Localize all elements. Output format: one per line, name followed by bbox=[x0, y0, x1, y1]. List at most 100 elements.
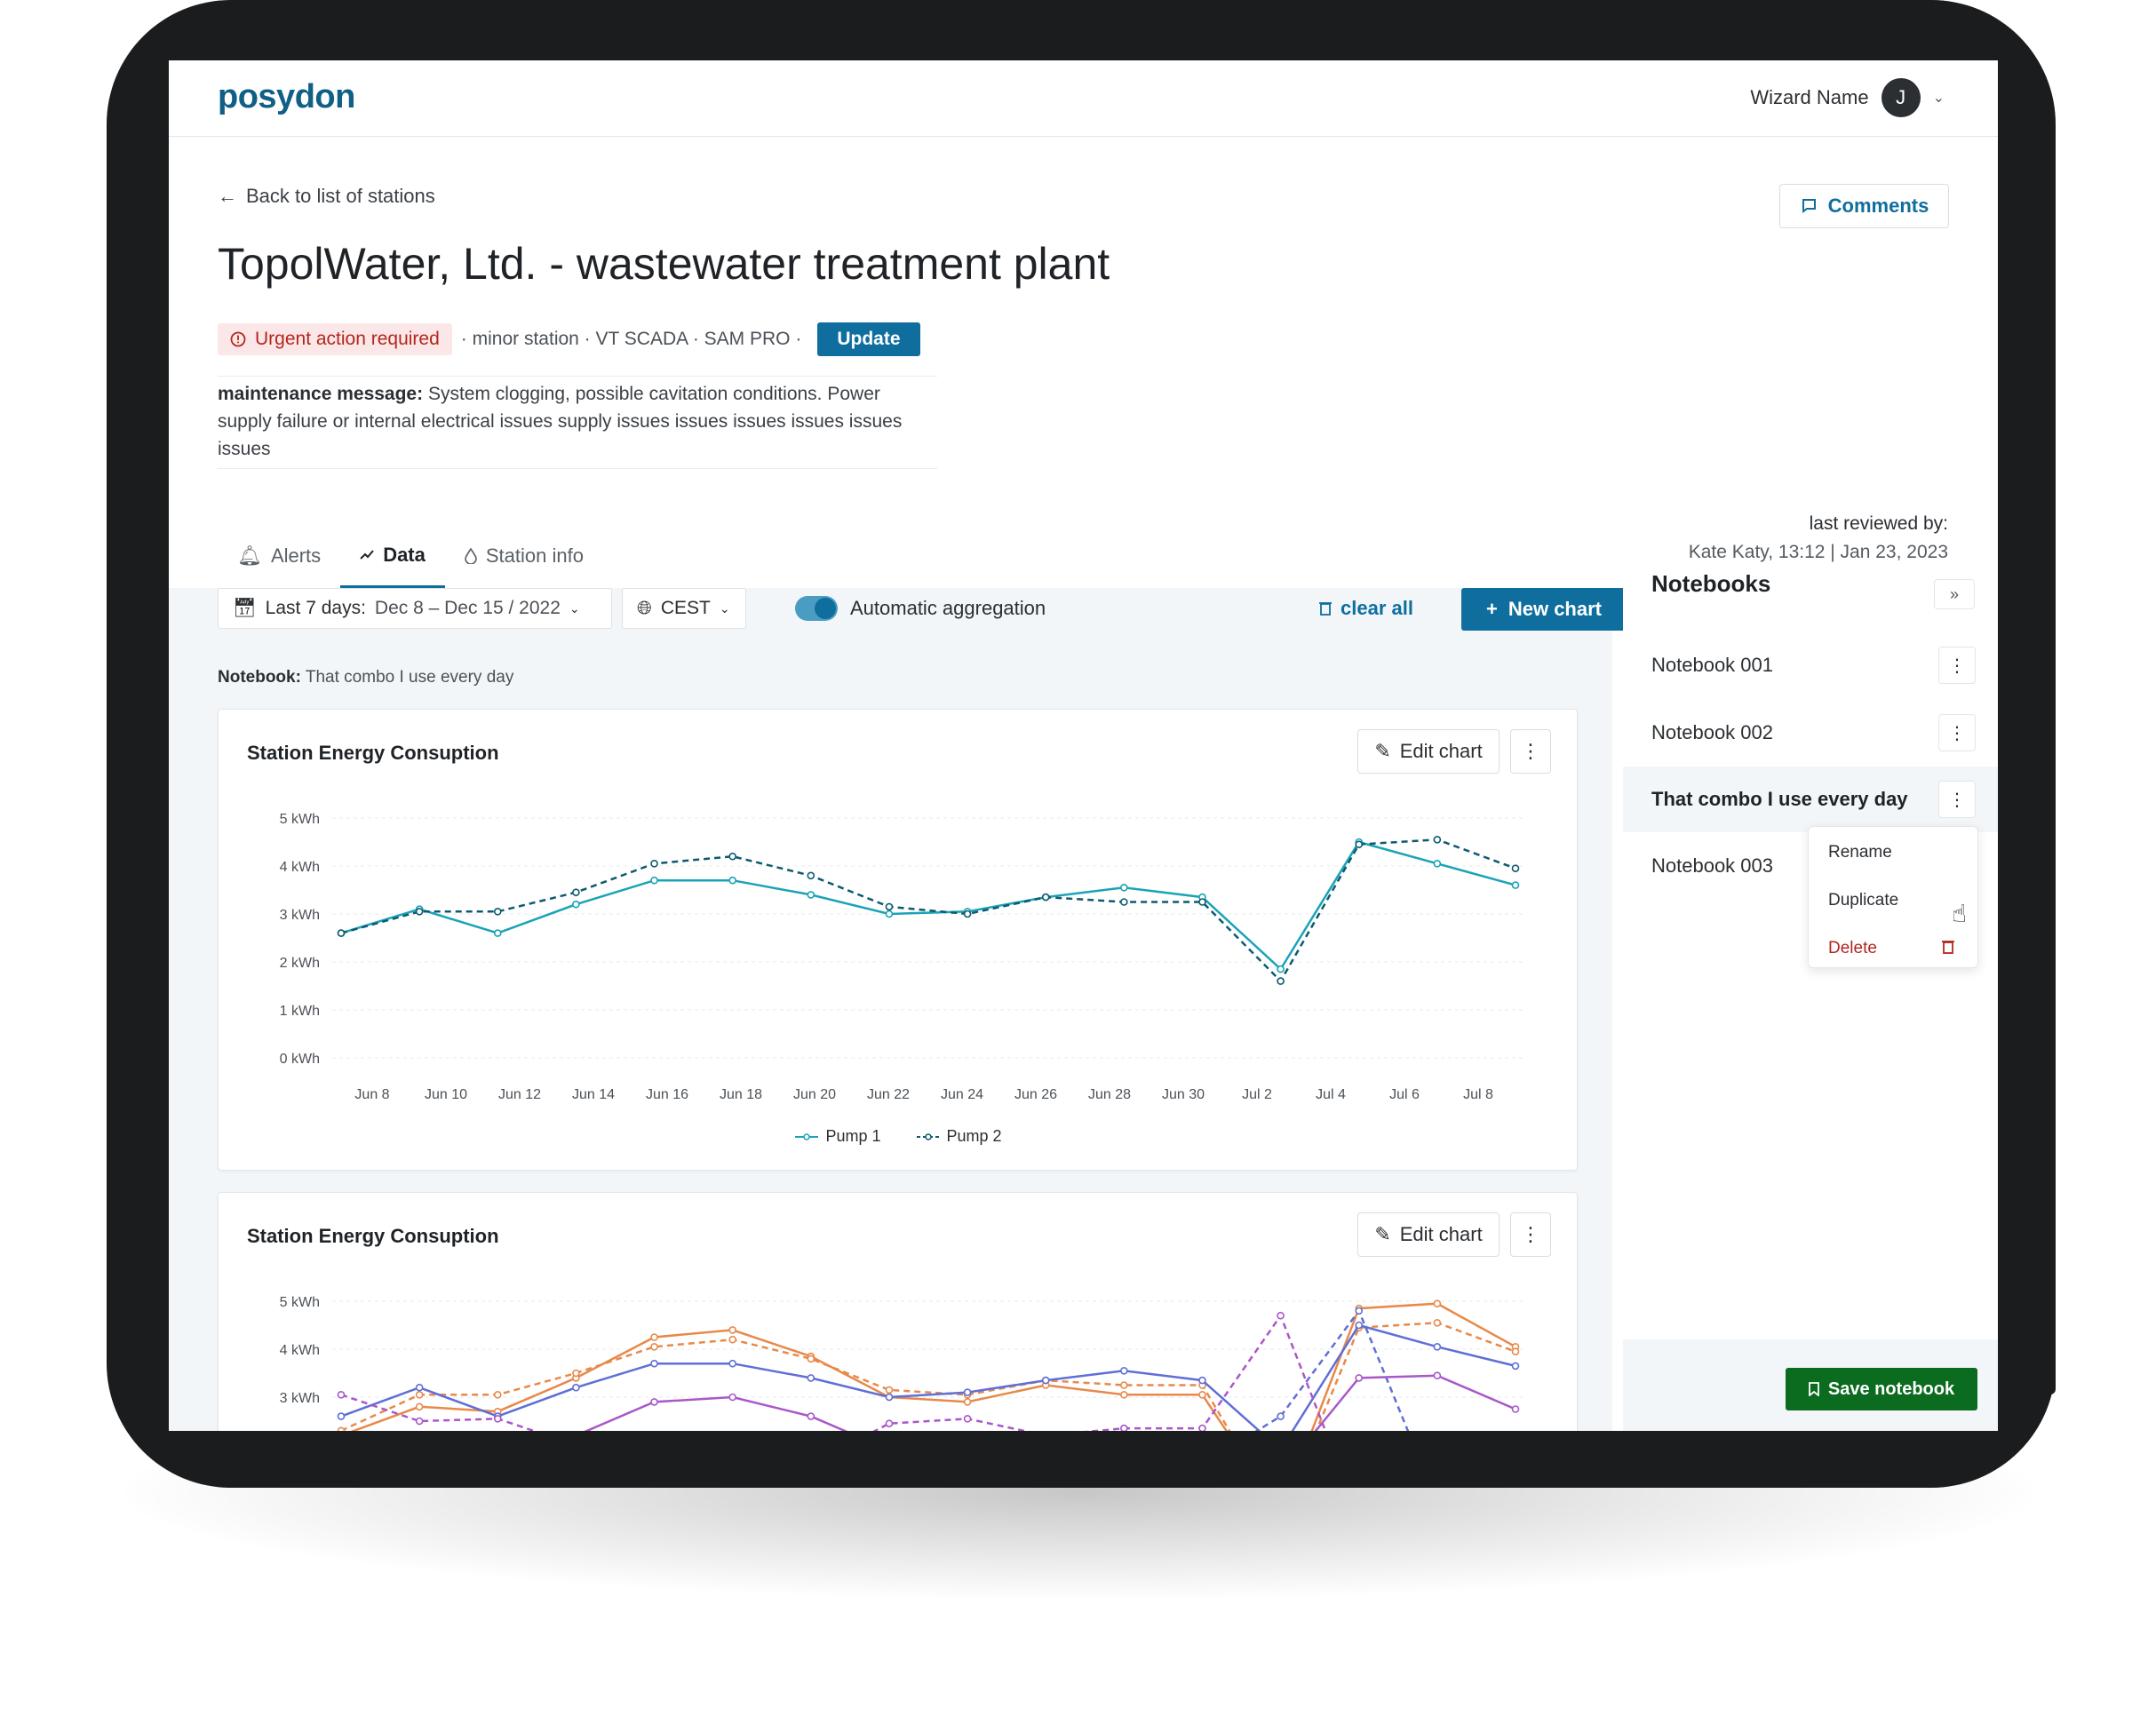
last-reviewed-label: last reviewed by: bbox=[1809, 513, 1948, 534]
current-notebook: Notebook: That combo I use every day bbox=[218, 668, 513, 687]
kebab-icon[interactable]: ⋮ bbox=[1938, 714, 1976, 751]
tab-alerts[interactable]: 🔔︎ Alerts bbox=[218, 524, 340, 588]
new-chart-button[interactable]: + New chart bbox=[1461, 588, 1627, 631]
data-point bbox=[963, 910, 972, 918]
menu-item-rename[interactable]: Rename bbox=[1828, 843, 1892, 862]
user-name: Wizard Name bbox=[1750, 86, 1869, 108]
edit-chart-label: Edit chart bbox=[1399, 740, 1483, 762]
comments-button[interactable]: Comments bbox=[1779, 184, 1949, 228]
data-point bbox=[1511, 881, 1520, 889]
kebab-icon[interactable]: ⋮ bbox=[1938, 647, 1976, 684]
station-tags: · minor station · VT SCADA · SAM PRO · bbox=[460, 329, 802, 349]
menu-item-duplicate[interactable]: Duplicate bbox=[1828, 891, 1898, 910]
data-point bbox=[807, 1412, 815, 1420]
comment-icon bbox=[1802, 199, 1816, 213]
sidebar-item-notebook-002[interactable]: Notebook 002 ⋮ bbox=[1623, 700, 1998, 766]
chart-card-2: Station Energy Consuption ✎ Edit chart ⋮… bbox=[218, 1192, 1578, 1431]
status-badge: Urgent action required bbox=[218, 323, 452, 355]
app-logo[interactable]: posydon bbox=[218, 78, 355, 116]
data-point bbox=[1277, 977, 1285, 985]
edit-chart-button[interactable]: ✎ Edit chart bbox=[1357, 1212, 1500, 1257]
data-point bbox=[728, 1359, 736, 1368]
save-notebook-label: Save notebook bbox=[1827, 1378, 1955, 1399]
data-point bbox=[1355, 840, 1364, 849]
data-point bbox=[807, 1355, 815, 1363]
date-range-picker[interactable]: 📅︎ Last 7 days: Dec 8 – Dec 15 / 2022 ⌄ bbox=[218, 588, 612, 629]
data-point bbox=[1355, 1307, 1364, 1315]
series-line-3 bbox=[340, 1323, 1516, 1431]
x-tick-label: Jun 8 bbox=[354, 1087, 389, 1102]
data-point bbox=[1277, 1311, 1285, 1320]
series-line-4 bbox=[1254, 1308, 1410, 1431]
sidebar-item-notebook-001[interactable]: Notebook 001 ⋮ bbox=[1623, 632, 1998, 698]
data-point bbox=[415, 1417, 424, 1426]
legend-swatch-dashed bbox=[916, 1132, 940, 1140]
legend-item-pump-2[interactable]: Pump 2 bbox=[916, 1127, 1002, 1146]
x-tick-label: Jun 10 bbox=[425, 1087, 467, 1102]
legend-label: Pump 2 bbox=[946, 1127, 1002, 1145]
data-point bbox=[1433, 1343, 1442, 1351]
y-tick-label: 2 kWh bbox=[280, 956, 320, 971]
tab-station-info[interactable]: Station info bbox=[445, 524, 603, 588]
timezone-select[interactable]: 🌐︎ CEST ⌄ bbox=[622, 588, 746, 629]
notebook-item-label: Notebook 002 bbox=[1651, 721, 1773, 743]
y-tick-label: 1 kWh bbox=[280, 1004, 320, 1019]
data-point bbox=[807, 871, 815, 880]
notebooks-sidebar: Notebooks » Notebook 001 ⋮ Notebook 002 … bbox=[1623, 570, 1998, 1431]
data-point bbox=[963, 1388, 972, 1396]
edit-chart-button[interactable]: ✎ Edit chart bbox=[1357, 729, 1500, 774]
legend-item-pump-1[interactable]: Pump 1 bbox=[795, 1127, 881, 1146]
data-point bbox=[572, 900, 580, 909]
sidebar-title: Notebooks bbox=[1651, 570, 1771, 597]
menu-item-delete[interactable]: Delete bbox=[1828, 939, 1877, 958]
chart-menu-button[interactable]: ⋮ bbox=[1510, 1212, 1551, 1257]
clear-all-label: clear all bbox=[1341, 597, 1413, 619]
data-point bbox=[1433, 1318, 1442, 1327]
tab-label: Data bbox=[383, 543, 426, 566]
globe-icon: 🌐︎ bbox=[637, 598, 652, 618]
collapse-sidebar-button[interactable]: » bbox=[1934, 579, 1975, 609]
notebook-context-menu: Rename Duplicate Delete bbox=[1808, 826, 1978, 968]
data-point bbox=[493, 1415, 502, 1423]
data-point bbox=[1511, 1405, 1520, 1413]
date-range: Dec 8 – Dec 15 / 2022 bbox=[374, 598, 561, 618]
chart-title: Station Energy Consuption bbox=[247, 1225, 499, 1247]
kebab-icon[interactable]: ⋮ bbox=[1938, 781, 1976, 818]
save-notebook-button[interactable]: Save notebook bbox=[1786, 1368, 1977, 1410]
y-tick-label: 5 kWh bbox=[280, 1295, 320, 1310]
data-point bbox=[1355, 1374, 1364, 1382]
alert-circle-icon bbox=[230, 331, 246, 347]
sidebar-item-that-combo[interactable]: That combo I use every day ⋮ bbox=[1623, 767, 1998, 832]
data-point bbox=[650, 876, 658, 885]
data-point bbox=[885, 902, 894, 911]
data-point bbox=[1511, 1362, 1520, 1370]
clear-all-button[interactable]: clear all bbox=[1319, 597, 1413, 620]
data-point bbox=[728, 1393, 736, 1402]
hardware-button-side bbox=[2043, 1315, 2056, 1394]
app-screen: posydon Wizard Name J ⌄ ← Back to list o… bbox=[169, 60, 1998, 1431]
y-tick-label: 3 kWh bbox=[280, 1391, 320, 1406]
update-button[interactable]: Update bbox=[817, 322, 920, 356]
data-point bbox=[1198, 1391, 1206, 1399]
data-point bbox=[415, 908, 424, 916]
chevron-down-icon: ⌄ bbox=[719, 600, 730, 616]
back-link[interactable]: ← Back to list of stations bbox=[218, 185, 435, 208]
data-point bbox=[728, 852, 736, 861]
data-point bbox=[1198, 1424, 1206, 1431]
data-point bbox=[1277, 1412, 1285, 1420]
aggregation-toggle[interactable] bbox=[795, 596, 838, 621]
user-menu[interactable]: Wizard Name J ⌄ bbox=[1750, 78, 1945, 117]
data-point bbox=[1120, 898, 1128, 906]
data-point bbox=[1433, 1371, 1442, 1379]
arrow-left-icon: ← bbox=[218, 185, 237, 207]
tab-data[interactable]: Data bbox=[340, 524, 445, 588]
page-title: TopolWater, Ltd. - wastewater treatment … bbox=[218, 239, 1110, 289]
kebab-icon: ⋮ bbox=[1521, 1223, 1540, 1245]
data-point bbox=[885, 1386, 894, 1394]
x-tick-label: Jun 26 bbox=[1014, 1087, 1057, 1102]
series-line-1 bbox=[350, 1302, 1516, 1431]
y-tick-label: 3 kWh bbox=[280, 908, 320, 923]
chart-menu-button[interactable]: ⋮ bbox=[1510, 729, 1551, 774]
tab-bar: 🔔︎ Alerts Data Station info bbox=[218, 524, 603, 588]
series-line-2 bbox=[340, 838, 1516, 983]
